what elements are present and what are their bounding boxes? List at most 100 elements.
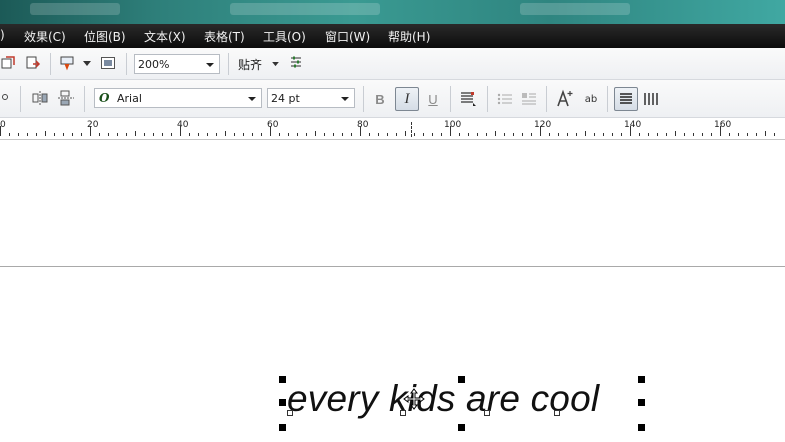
ruler-tick	[450, 126, 451, 136]
mirror-vertical-icon[interactable]	[56, 89, 76, 107]
character-formatting-icon[interactable]	[554, 88, 576, 110]
snap-dropdown-icon[interactable]	[270, 60, 280, 68]
launcher-dropdown-icon[interactable]	[82, 60, 92, 68]
horizontal-ruler[interactable]: 0 20 40 60 80 100 120 140 160	[0, 118, 785, 140]
ruler-tick	[126, 133, 127, 136]
ruler-tick	[657, 133, 658, 136]
bold-button[interactable]: B	[371, 89, 389, 109]
ruler-tick	[405, 131, 406, 136]
selection-handle[interactable]	[279, 424, 286, 431]
ruler-tick	[585, 131, 586, 136]
ruler-tick	[774, 133, 775, 136]
ruler-tick	[315, 131, 316, 136]
window-title-bar	[0, 0, 785, 24]
ruler-tick	[738, 133, 739, 136]
text-property-bar: O Arial 24 pt B I U ab	[0, 80, 785, 118]
ruler-tick	[54, 133, 55, 136]
ruler-tick	[729, 133, 730, 136]
underline-button[interactable]: U	[424, 89, 442, 109]
ruler-tick	[63, 133, 64, 136]
character-node[interactable]	[287, 410, 293, 416]
ruler-tick	[594, 133, 595, 136]
selection-handle[interactable]	[279, 376, 286, 383]
ruler-tick	[180, 126, 181, 136]
ruler-tick	[387, 133, 388, 136]
font-family-value: Arial	[117, 92, 142, 105]
horizontal-text-icon[interactable]	[614, 87, 638, 111]
ruler-tick	[243, 133, 244, 136]
import-icon[interactable]	[0, 54, 16, 72]
zoom-level-select[interactable]: 200%	[134, 54, 220, 74]
selection-handle[interactable]	[638, 376, 645, 383]
ruler-tick	[27, 133, 28, 136]
ruler-tick	[513, 133, 514, 136]
menu-item-window[interactable]: 窗口(W)	[325, 28, 370, 45]
character-node[interactable]	[554, 410, 560, 416]
selection-handle[interactable]	[638, 424, 645, 431]
edit-text-button[interactable]: ab	[580, 89, 602, 109]
application-launcher-icon[interactable]	[58, 54, 76, 72]
ruler-tick	[702, 133, 703, 136]
menu-item-partial[interactable]: )	[0, 28, 5, 42]
ruler-tick	[540, 126, 541, 136]
export-icon[interactable]	[24, 54, 42, 72]
font-family-select[interactable]: O Arial	[94, 88, 262, 108]
bullet-list-icon[interactable]	[496, 89, 514, 109]
menu-item-tools[interactable]: 工具(O)	[263, 28, 306, 45]
move-cursor-icon	[403, 388, 425, 410]
ruler-tick	[630, 126, 631, 136]
ruler-tick	[333, 133, 334, 136]
ruler-tick	[495, 131, 496, 136]
ruler-tick	[288, 133, 289, 136]
drop-cap-icon[interactable]	[520, 89, 538, 109]
chevron-down-icon	[341, 97, 349, 101]
ruler-tick	[720, 126, 721, 136]
menu-item-text[interactable]: 文本(X)	[144, 28, 186, 45]
ruler-tick	[0, 126, 1, 136]
ruler-tick	[9, 133, 10, 136]
menu-item-bitmaps[interactable]: 位图(B)	[84, 28, 126, 45]
ruler-tick	[198, 133, 199, 136]
ruler-tick	[144, 133, 145, 136]
text-alignment-icon[interactable]	[457, 89, 479, 109]
zoom-level-value: 200%	[138, 58, 170, 71]
menu-item-effects[interactable]: 效果(C)	[24, 28, 66, 45]
ruler-tick	[603, 133, 604, 136]
artistic-text-object[interactable]: every kids are cool	[287, 378, 599, 420]
ruler-tick	[360, 126, 361, 136]
ruler-tick	[72, 133, 73, 136]
selection-handle[interactable]	[279, 399, 286, 406]
ruler-tick	[684, 133, 685, 136]
selection-handle[interactable]	[458, 424, 465, 431]
ruler-tick	[117, 133, 118, 136]
ruler-tick	[171, 133, 172, 136]
ruler-tick	[477, 133, 478, 136]
ruler-tick	[549, 133, 550, 136]
ruler-tick	[207, 133, 208, 136]
page-border	[0, 266, 785, 267]
ruler-tick	[81, 133, 82, 136]
ruler-label: 100	[444, 120, 462, 130]
welcome-screen-icon[interactable]	[99, 54, 117, 72]
ruler-tick	[711, 133, 712, 136]
ruler-tick	[189, 133, 190, 136]
ruler-tick	[522, 133, 523, 136]
cursor-position-marker	[411, 122, 413, 137]
menu-item-help[interactable]: 帮助(H)	[388, 28, 430, 45]
character-node[interactable]	[484, 410, 490, 416]
vertical-text-icon[interactable]	[641, 89, 661, 109]
mirror-horizontal-icon[interactable]	[30, 89, 50, 107]
ruler-tick	[558, 133, 559, 136]
ruler-label: 60	[267, 120, 279, 130]
ruler-tick	[468, 133, 469, 136]
menu-bar: ) 效果(C) 位图(B) 文本(X) 表格(T) 工具(O) 窗口(W) 帮助…	[0, 24, 785, 48]
italic-button[interactable]: I	[395, 87, 419, 111]
selection-handle[interactable]	[638, 399, 645, 406]
options-icon[interactable]	[287, 54, 305, 72]
menu-item-table[interactable]: 表格(T)	[204, 28, 245, 45]
ruler-tick	[414, 133, 415, 136]
character-node[interactable]	[400, 410, 406, 416]
font-size-select[interactable]: 24 pt	[267, 88, 355, 108]
snap-to-label[interactable]: 贴齐	[238, 56, 262, 73]
ruler-tick	[675, 131, 676, 136]
